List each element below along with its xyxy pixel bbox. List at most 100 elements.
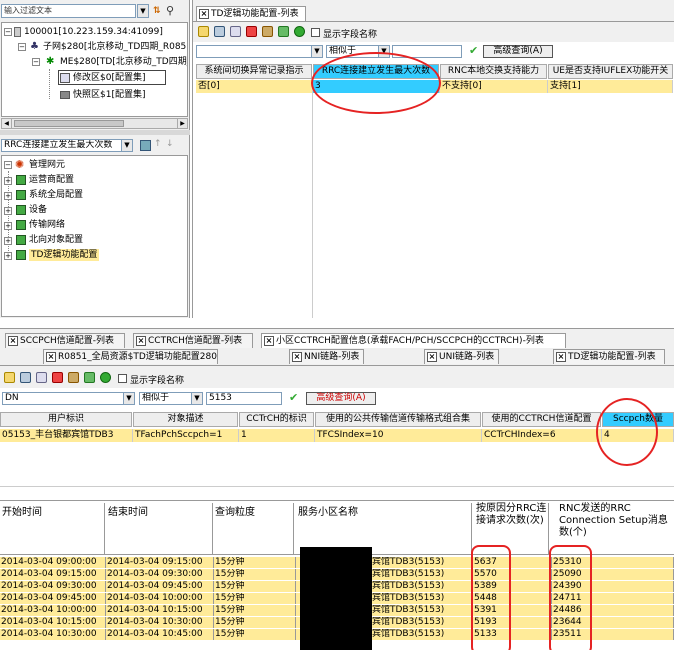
match-operator-select[interactable]: 相似于 ▼ [139,392,203,405]
tree-expand-icon[interactable]: + [4,252,12,260]
parameter-select[interactable]: RRC连接建立发生最大次数 ▼ [1,139,133,152]
column-header-end-time[interactable]: 结束时间 [108,503,213,555]
panel-divider[interactable] [0,130,190,135]
config-set-icon [60,91,70,99]
tab-td-logic-list[interactable]: × TD逻辑功能配置-列表 [196,6,306,21]
delete-icon[interactable] [246,26,257,37]
tree-expand-icon[interactable]: + [4,192,12,200]
cell-granularity: 15分钟 [214,605,296,616]
tree-node-managed-ne[interactable]: 管理网元 [29,159,65,171]
new-icon[interactable] [4,372,15,383]
close-icon[interactable]: × [264,336,274,346]
tree-node-td-logic[interactable]: TD逻辑功能配置 [29,249,100,261]
tree-expand-icon[interactable]: + [4,237,12,245]
field-select[interactable]: DN ▼ [2,392,135,405]
refresh-icon[interactable] [278,26,289,37]
delete-icon[interactable] [52,372,63,383]
cell-end-time: 2014-03-04 09:30:00 [106,569,214,580]
close-icon[interactable]: × [556,352,566,362]
advanced-search-button[interactable]: 高级查询(A) [306,392,376,405]
leaf-icon: ✱ [46,56,55,67]
scroll-thumb[interactable] [14,120,124,127]
tree-node-northbound[interactable]: 北向对象配置 [29,234,83,246]
table-cell: TFCSIndex=10 [315,429,482,442]
apply-check-icon[interactable]: ✔ [469,44,478,57]
tree-node-me[interactable]: ME$280[TD[北京移动_TD四期_ [60,56,187,68]
tools-icon[interactable] [262,26,273,37]
edit-icon[interactable] [20,372,31,383]
column-header[interactable]: RNC本地交换支持能力 [440,64,547,79]
close-icon[interactable]: × [427,352,437,362]
close-icon[interactable]: × [136,336,146,346]
function-icon [16,250,26,260]
filter-dropdown-button[interactable]: ▼ [137,4,149,18]
tree-node-equipment[interactable]: 设备 [29,204,47,216]
advanced-search-button[interactable]: 高级查询(A) [483,45,553,58]
column-header[interactable]: 使用的公共传输信道传输格式组合集 [315,412,481,427]
tab-td-logic-list-2[interactable]: × TD逻辑功能配置-列表 [553,349,665,364]
column-header[interactable]: 系统间切换异常记录指示 [196,64,312,79]
filter-input[interactable]: 输入过滤文本 [1,4,136,18]
tab-r0851-global[interactable]: × R0851_全局资源$TD逻辑功能配置280 [43,349,218,364]
scroll-left-icon[interactable]: ◀ [2,119,12,128]
tab-nni-list[interactable]: × NNI链路-列表 [289,349,364,364]
new-icon[interactable] [198,26,209,37]
tree-node-snapshot[interactable]: 快照区$1[配置集] [73,89,145,101]
scroll-right-icon[interactable]: ▶ [177,119,187,128]
tab-cell-cctrch-list[interactable]: × 小区CCTRCH配置信息(承载FACH/PCH/SCCPCH的CCTRCH)-… [261,333,566,348]
tree-node-system-global[interactable]: 系统全局配置 [29,189,83,201]
tree-collapse-icon[interactable]: − [18,43,26,51]
value-input[interactable]: 5153 [206,392,282,405]
sync-icon[interactable] [100,372,111,383]
tree-expand-icon[interactable]: + [4,207,12,215]
column-header[interactable]: 使用的CCTRCH信道配置 [482,412,601,427]
tree-collapse-icon[interactable]: − [4,28,12,36]
tools-icon[interactable] [68,372,79,383]
column-header[interactable]: 对象描述 [133,412,238,427]
sync-icon[interactable] [294,26,305,37]
tab-sccpch-list[interactable]: × SCCPCH信道配置-列表 [5,333,125,348]
performance-grid: 开始时间 结束时间 查询粒度 服务小区名称 按原因分RRC连接请求次数(次) R… [0,500,674,650]
close-icon[interactable]: × [292,352,302,362]
tree-collapse-icon[interactable]: − [32,58,40,66]
apply-check-icon[interactable]: ✔ [289,391,298,404]
close-icon[interactable]: × [46,352,56,362]
column-header-granularity[interactable]: 查询粒度 [215,503,294,555]
server-icon [14,27,21,37]
table-row[interactable]: 05153_丰台银都宾馆TDB3 TFachPchSccpch=1 1 TFCS… [0,429,674,442]
close-icon[interactable]: × [8,336,18,346]
field-select[interactable]: ▼ [196,45,323,58]
filter-options-icon[interactable]: ⇅ [153,5,165,17]
column-header[interactable]: UE是否支持IUFLEX功能开关 [548,64,673,79]
locate-icon[interactable] [140,140,151,151]
tree-node-root[interactable]: 100001[10.223.159.34:41099] [24,26,163,38]
tree-collapse-icon[interactable]: − [4,161,12,169]
column-header[interactable]: CCTrCH的标识 [239,412,314,427]
tree-node-modify-label: 修改区$0[配置集] [73,73,146,83]
table-cell: 不支持[0] [440,80,548,93]
arrow-up-icon[interactable]: ↑ [154,139,162,149]
tree-expand-icon[interactable]: + [4,177,12,185]
tree-node-subnet[interactable]: 子网$280[北京移动_TD四期_R0851] [43,41,187,53]
match-operator-value: 相似于 [142,393,170,403]
tree-node-operator[interactable]: 运营商配置 [29,174,74,186]
tree-expand-icon[interactable]: + [4,222,12,230]
column-header-start-time[interactable]: 开始时间 [2,503,105,555]
highlight-annotation [311,52,441,114]
show-field-names-checkbox[interactable] [118,374,127,383]
tree-horizontal-scrollbar[interactable]: ◀ ▶ [1,118,188,129]
show-field-names-checkbox[interactable] [311,28,320,37]
refresh-icon[interactable] [84,372,95,383]
arrow-down-icon[interactable]: ↓ [166,139,174,149]
highlight-annotation [549,545,592,650]
cell-granularity: 15分钟 [214,557,296,568]
close-icon[interactable]: × [199,9,209,19]
copy-icon[interactable] [36,372,47,383]
search-icon[interactable]: ⚲ [166,4,180,18]
column-header[interactable]: 用户标识 [0,412,132,427]
tab-cctrch-list[interactable]: × CCTRCH信道配置-列表 [133,333,253,348]
tab-uni-list[interactable]: × UNI链路-列表 [424,349,499,364]
copy-icon[interactable] [230,26,241,37]
edit-icon[interactable] [214,26,225,37]
tree-node-transport[interactable]: 传输网络 [29,219,65,231]
